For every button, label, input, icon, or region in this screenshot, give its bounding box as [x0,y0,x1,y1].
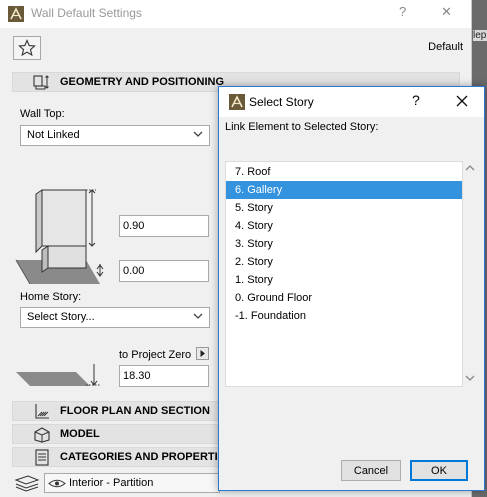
favorites-button[interactable] [13,36,41,60]
model-icon [34,427,50,443]
wall-diagram [15,189,104,284]
dialog-prompt: Link Element to Selected Story: [225,121,379,133]
archicad-icon [8,6,24,22]
story-list-item[interactable]: 4. Story [226,217,462,235]
story-list-item[interactable]: 5. Story [226,199,462,217]
section-categories-label: CATEGORIES AND PROPERTIES [60,451,233,463]
categories-icon [35,449,49,466]
to-project-zero-label: to Project Zero [119,349,192,361]
layers-icon [14,475,40,492]
story-listbox[interactable]: 7. Roof 6. Gallery 5. Story 4. Story 3. Stor… [225,161,463,387]
star-icon [18,39,36,57]
window-title: Wall Default Settings [31,6,142,20]
eye-icon [48,479,66,488]
dialog-title-bar: Select Story ? [219,87,484,117]
section-model-label: MODEL [60,428,100,440]
wall-height-input[interactable]: 0.90 [119,215,209,237]
ok-button[interactable]: OK [410,460,468,481]
home-story-dropdown[interactable]: Select Story... [20,307,210,328]
project-zero-input[interactable]: 18.30 [119,365,209,387]
base-offset-input[interactable]: 0.00 [119,260,209,282]
triangle-right-icon [200,350,205,357]
story-list-item[interactable]: 6. Gallery [226,181,462,199]
wall-top-dropdown[interactable]: Not Linked [20,125,210,146]
section-floor-plan-label: FLOOR PLAN AND SECTION [60,405,210,417]
archicad-icon [229,94,245,110]
floor-plan-icon [35,404,49,419]
cancel-button[interactable]: Cancel [341,460,401,481]
story-list-item[interactable]: -1. Foundation [226,307,462,325]
close-button[interactable]: ✕ [441,4,452,20]
layer-dropdown[interactable]: Interior - Partition [44,473,220,493]
chevron-down-icon [193,131,203,137]
dialog-help-button[interactable]: ? [412,92,420,108]
select-story-dialog: Select Story ? Link Element to Selected … [218,86,485,491]
dialog-title: Select Story [249,95,314,109]
title-bar: Wall Default Settings ? ✕ [0,0,471,28]
scroll-up-icon[interactable] [464,163,476,173]
story-list-item[interactable]: 3. Story [226,235,462,253]
project-zero-diagram [16,364,100,386]
story-list-item[interactable]: 1. Story [226,271,462,289]
story-list-item[interactable]: 0. Ground Floor [226,289,462,307]
layer-value: Interior - Partition [69,477,154,489]
wall-top-value: Not Linked [27,129,80,141]
story-list-item[interactable]: 7. Roof [226,163,462,181]
reference-level-button[interactable] [196,347,209,360]
home-story-value: Select Story... [27,311,95,323]
chevron-down-icon [193,313,203,319]
section-geometry-label: GEOMETRY AND POSITIONING [60,76,224,88]
scroll-down-icon[interactable] [464,373,476,383]
default-label: Default [428,41,463,53]
background-window-text: lep [473,30,487,41]
help-button[interactable]: ? [399,4,406,19]
close-icon[interactable] [455,94,469,108]
home-story-label: Home Story: [20,291,82,303]
wall-top-label: Wall Top: [20,108,65,120]
geometry-icon [33,75,49,90]
story-list-item[interactable]: 2. Story [226,253,462,271]
